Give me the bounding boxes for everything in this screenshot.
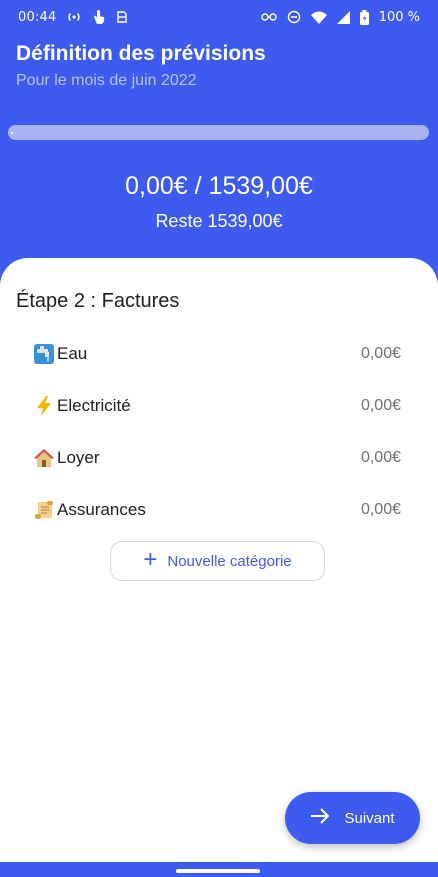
- plus-icon: +: [143, 546, 158, 573]
- battery-icon: [359, 9, 369, 25]
- house-icon: [33, 447, 55, 469]
- next-button-label: Suivant: [344, 809, 395, 827]
- scroll-icon: [33, 499, 55, 521]
- category-row-electricite[interactable]: Electricité 0,00€: [33, 391, 401, 421]
- home-indicator[interactable]: [176, 869, 260, 873]
- sim-icon: [116, 10, 128, 24]
- categories-card: Étape 2 : Factures Eau 0,00€ Electricité…: [0, 258, 438, 877]
- status-right: 100 %: [260, 9, 420, 25]
- progress-start-marker: [11, 132, 13, 134]
- hotspot-icon: [66, 11, 82, 23]
- battery-percent: 100 %: [378, 9, 420, 25]
- category-left: Assurances: [33, 499, 146, 521]
- lightning-icon: [33, 395, 55, 417]
- category-amount: 0,00€: [360, 501, 401, 518]
- step-title: Étape 2 : Factures: [16, 290, 180, 312]
- category-left: Electricité: [33, 395, 131, 417]
- status-bar: 00:44 100 %: [0, 0, 438, 34]
- vpn-key-icon: [260, 12, 277, 22]
- budget-progress-bar: [8, 125, 429, 140]
- next-button[interactable]: Suivant: [285, 792, 420, 844]
- page-subtitle: Pour le mois de juin 2022: [16, 72, 197, 89]
- do-not-disturb-icon: [287, 10, 301, 24]
- category-amount: 0,00€: [360, 449, 401, 466]
- category-left: Loyer: [33, 447, 100, 469]
- category-left: Eau: [33, 343, 87, 365]
- budget-amount: 0,00€ / 1539,00€: [125, 172, 313, 200]
- category-label: Electricité: [57, 396, 131, 415]
- status-time: 00:44: [18, 9, 57, 25]
- new-category-button[interactable]: + Nouvelle catégorie: [110, 541, 325, 581]
- water-faucet-icon: [33, 343, 55, 365]
- budget-remaining: Reste 1539,00€: [155, 211, 283, 231]
- category-row-assurances[interactable]: Assurances 0,00€: [33, 495, 401, 525]
- wifi-icon: [310, 11, 327, 24]
- page-title: Définition des prévisions: [16, 42, 266, 65]
- category-label: Eau: [57, 344, 88, 363]
- signal-icon: [336, 10, 350, 24]
- category-amount: 0,00€: [360, 345, 401, 362]
- touch-icon: [92, 9, 106, 25]
- category-label: Loyer: [57, 448, 100, 467]
- category-row-loyer[interactable]: Loyer 0,00€: [33, 443, 401, 473]
- category-amount: 0,00€: [360, 397, 401, 414]
- arrow-right-icon: [310, 808, 330, 828]
- status-left: 00:44: [18, 9, 128, 25]
- category-label: Assurances: [57, 500, 146, 519]
- category-row-eau[interactable]: Eau 0,00€: [33, 339, 401, 369]
- new-category-label: Nouvelle catégorie: [167, 552, 292, 570]
